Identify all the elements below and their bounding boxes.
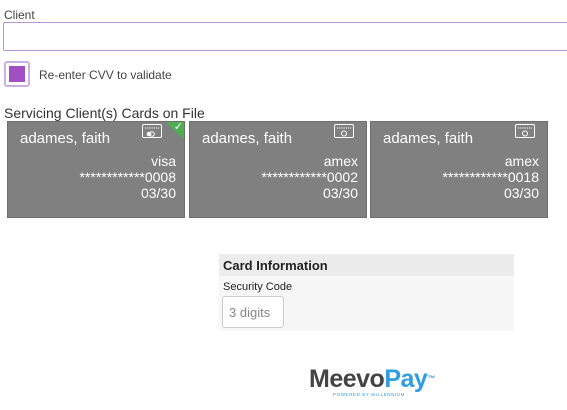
cvv-label: Re-enter CVV to validate <box>39 68 172 82</box>
logo-pay: Pay <box>384 365 428 393</box>
card-number: ************0018 <box>442 169 539 185</box>
client-label: Client <box>4 8 35 22</box>
cvv-checkbox[interactable] <box>4 61 30 87</box>
cvv-checkbox-fill <box>9 66 25 82</box>
card-holder-name: adames, faith <box>383 130 474 147</box>
card-brand: visa <box>151 153 176 169</box>
security-code-label: Security Code <box>223 281 293 293</box>
logo-wordmark: MeevoPay™ <box>309 365 435 393</box>
card-on-file-1[interactable]: adames, faith ✓ visa ************0008 03… <box>7 121 185 218</box>
credit-card-icon <box>515 124 535 138</box>
check-icon: ✓ <box>173 121 183 133</box>
meevo-pay-logo: MeevoPay™ POWERED BY MILLENNIUM <box>309 365 435 400</box>
card-information-header: Card Information <box>219 254 514 276</box>
card-expiration: 03/30 <box>322 185 358 201</box>
credit-card-icon <box>334 124 354 138</box>
card-holder-name: adames, faith <box>20 130 111 147</box>
logo-trademark: ™ <box>427 374 435 383</box>
card-brand: amex <box>323 153 358 169</box>
security-code-input[interactable] <box>222 296 284 328</box>
logo-subtitle: POWERED BY MILLENNIUM <box>333 392 406 397</box>
card-on-file-2[interactable]: adames, faith amex ************0002 03/3… <box>189 121 367 218</box>
credit-card-icon <box>142 124 162 138</box>
card-expiration: 03/30 <box>503 185 539 201</box>
cards-section-title: Servicing Client(s) Cards on File <box>4 105 205 121</box>
card-expiration: 03/30 <box>140 185 176 201</box>
card-holder-name: adames, faith <box>202 130 293 147</box>
card-number: ************0002 <box>261 169 358 185</box>
card-number: ************0008 <box>79 169 176 185</box>
card-brand: amex <box>504 153 539 169</box>
client-input[interactable] <box>3 22 567 51</box>
card-on-file-3[interactable]: adames, faith amex ************0018 03/3… <box>370 121 548 218</box>
logo-meevo: Meevo <box>309 365 385 393</box>
